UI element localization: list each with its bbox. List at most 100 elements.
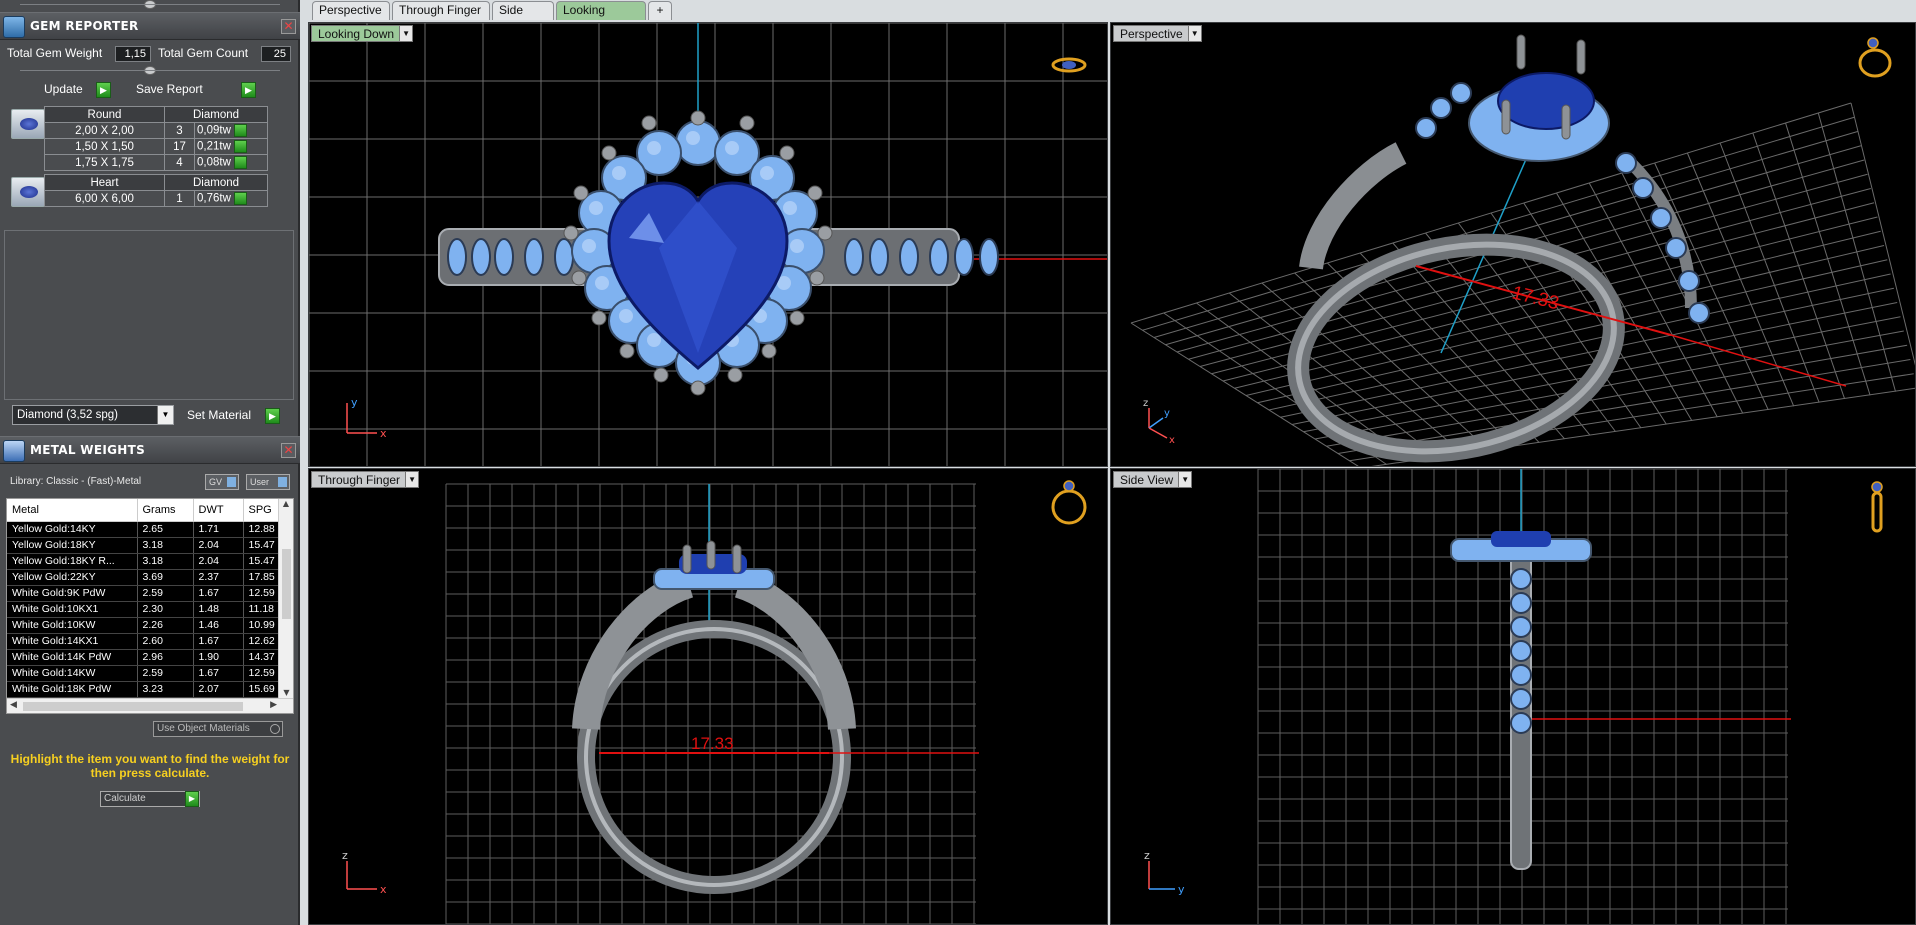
metal-row[interactable]: Yellow Gold:14KY 2.65 1.71 12.88 <box>7 521 284 538</box>
metal-row[interactable]: Yellow Gold:22KY 3.69 2.37 17.85 <box>7 569 284 586</box>
add-tab-button[interactable]: + <box>648 1 672 20</box>
metal-spg: 15.47 <box>243 537 284 554</box>
stone-highlight <box>686 131 700 145</box>
material-select-value: Diamond (3,52 spg) <box>17 409 118 421</box>
scroll-right-icon[interactable]: ▶ <box>270 700 277 710</box>
close-icon[interactable]: ✕ <box>281 443 296 458</box>
gem-row[interactable]: 1,50 X 1,50 17 0,21tw <box>44 138 268 155</box>
tab-perspective[interactable]: Perspective <box>312 1 390 20</box>
metal-row[interactable]: White Gold:9K PdW 2.59 1.67 12.59 <box>7 585 284 602</box>
ring-view-icon[interactable] <box>1858 48 1892 78</box>
viewport-label[interactable]: Side View ▼ <box>1113 471 1193 488</box>
viewport-label[interactable]: Through Finger ▼ <box>311 471 420 488</box>
gem-row[interactable]: 6,00 X 6,00 1 0,76tw <box>44 190 268 207</box>
ring-view-icon[interactable] <box>1871 491 1883 533</box>
gem-weight-cell: 0,08tw <box>194 154 268 171</box>
user-toggle[interactable]: User <box>246 474 290 490</box>
accent-stone <box>929 238 949 276</box>
metal-row[interactable]: White Gold:14KW 2.59 1.67 12.59 <box>7 665 284 682</box>
viewport-looking-down[interactable]: y x Looking Down ▼ <box>308 22 1108 467</box>
stone-highlight <box>582 239 596 253</box>
scroll-up-icon[interactable]: ▲ <box>279 499 293 508</box>
radio-icon <box>270 724 280 734</box>
column-header[interactable]: Metal <box>7 499 138 522</box>
gem-material-header: Diamond <box>164 174 268 191</box>
accent-stone <box>524 238 544 276</box>
stone-highlight <box>612 166 626 180</box>
total-gem-count-field[interactable]: 25 <box>261 46 291 62</box>
metal-row[interactable]: Yellow Gold:18KY 3.18 2.04 15.47 <box>7 537 284 554</box>
metal-dwt: 1.48 <box>193 601 244 618</box>
prong <box>732 544 742 574</box>
round-gem-thumbnail[interactable] <box>11 109 45 139</box>
viewport-side-view[interactable]: z y Side View ▼ <box>1110 468 1916 925</box>
gv-toggle[interactable]: GV <box>205 474 239 490</box>
gem-reporter-icon <box>3 16 25 38</box>
accent-stone <box>899 238 919 276</box>
heart-gem-thumbnail[interactable] <box>11 177 45 207</box>
use-object-materials-toggle[interactable]: Use Object Materials <box>153 721 283 737</box>
scroll-left-icon[interactable]: ◀ <box>10 700 17 710</box>
tab-through-finger[interactable]: Through Finger <box>392 1 490 20</box>
metal-row[interactable]: Yellow Gold:18KY R... 3.18 2.04 15.47 <box>7 553 284 570</box>
total-gem-weight-field[interactable]: 1,15 <box>115 46 151 62</box>
viewport-label[interactable]: Looking Down ▼ <box>311 25 414 42</box>
bead <box>817 225 833 241</box>
select-gem-button[interactable] <box>234 156 248 169</box>
column-header[interactable]: Grams <box>137 499 194 522</box>
tab-side-view[interactable]: Side View <box>492 1 554 34</box>
column-header[interactable]: SPG <box>243 499 284 522</box>
chevron-down-icon: ▼ <box>157 406 173 424</box>
stone-highlight <box>647 141 661 155</box>
accent-stone <box>1510 712 1532 734</box>
save-report-button[interactable]: Save Report ▶ <box>136 82 258 98</box>
accent-stone <box>1615 152 1637 174</box>
horizontal-scrollbar[interactable]: ◀ ▶ <box>7 698 293 713</box>
column-header[interactable]: DWT <box>193 499 244 522</box>
side-view-canvas: z y <box>1144 469 1883 924</box>
tab-looking-down[interactable]: Looking Down <box>556 1 646 34</box>
bead <box>601 145 617 161</box>
gem-size: 1,50 X 1,50 <box>44 138 165 155</box>
metal-spg: 15.69 <box>243 681 284 698</box>
prong <box>1561 104 1571 140</box>
gem-row[interactable]: 1,75 X 1,75 4 0,08tw <box>44 154 268 171</box>
viewport-perspective[interactable]: 17.33 z y x Perspective ▼ <box>1110 22 1916 467</box>
calculate-button[interactable]: Calculate ▶ <box>100 791 200 807</box>
axis-y-label: y <box>1164 408 1170 419</box>
metal-row[interactable]: White Gold:14KX1 2.60 1.67 12.62 <box>7 633 284 650</box>
metal-row[interactable]: White Gold:18K PdW 3.23 2.07 15.69 <box>7 681 284 698</box>
metal-row[interactable]: White Gold:14K PdW 2.96 1.90 14.37 <box>7 649 284 666</box>
select-gem-button[interactable] <box>234 192 248 205</box>
gem-size: 6,00 X 6,00 <box>44 190 165 207</box>
vertical-scrollbar[interactable]: ▲ ▼ <box>278 499 293 699</box>
accent-stone <box>1510 640 1532 662</box>
ring-view-icon[interactable] <box>1051 489 1087 525</box>
scroll-down-icon[interactable]: ▼ <box>279 688 293 697</box>
gem-shape-header: Round <box>44 106 165 123</box>
metal-row[interactable]: White Gold:10KX1 2.30 1.48 11.18 <box>7 601 284 618</box>
viewport-label[interactable]: Perspective ▼ <box>1113 25 1202 42</box>
metal-row[interactable]: White Gold:10KW 2.26 1.46 10.99 <box>7 617 284 634</box>
gem-list-area <box>4 230 294 400</box>
through-finger-canvas: 17.33 z x <box>342 480 1087 924</box>
set-material-button[interactable]: Set Material ▶ <box>187 408 287 424</box>
scroll-thumb[interactable] <box>282 549 291 619</box>
metal-weights-table[interactable]: Metal Grams DWT SPG Yellow Gold:14KY 2.65… <box>6 498 294 714</box>
prong <box>1516 34 1526 70</box>
gem-count: 3 <box>164 122 195 139</box>
metal-spg: 11.18 <box>243 601 284 618</box>
material-select[interactable]: Diamond (3,52 spg) ▼ <box>12 405 174 425</box>
metal-name: White Gold:14KX1 <box>7 633 138 650</box>
close-icon[interactable]: ✕ <box>281 19 296 34</box>
select-gem-button[interactable] <box>234 140 248 153</box>
metal-dwt: 2.04 <box>193 537 244 554</box>
select-gem-button[interactable] <box>234 124 248 137</box>
update-button[interactable]: Update ▶ <box>44 82 116 98</box>
viewport-through-finger[interactable]: 17.33 z x Through Finger ▼ <box>308 468 1108 925</box>
scroll-thumb[interactable] <box>23 702 243 711</box>
accent-stone <box>1510 664 1532 686</box>
ring-view-icon-stone <box>1062 61 1076 69</box>
gem-row[interactable]: 2,00 X 2,00 3 0,09tw <box>44 122 268 139</box>
total-gem-count-label: Total Gem Count <box>158 46 249 60</box>
